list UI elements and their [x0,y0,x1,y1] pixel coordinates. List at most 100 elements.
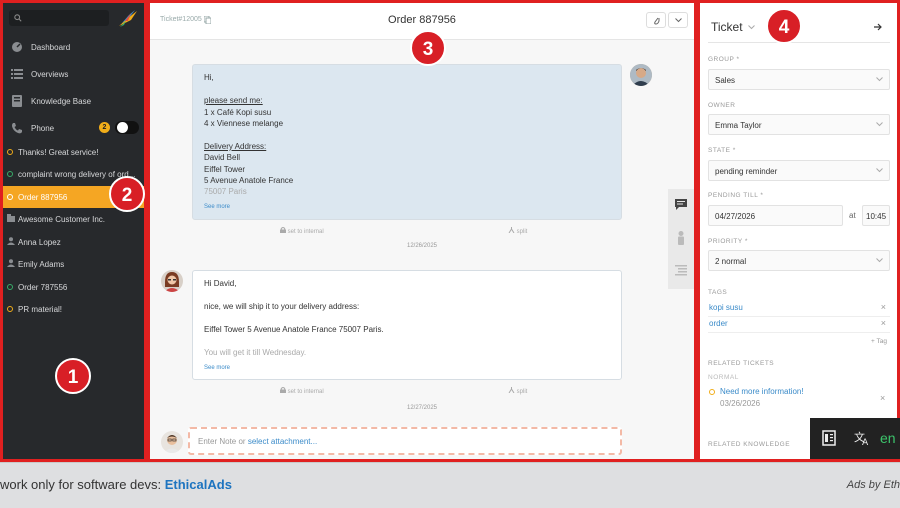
details-tab[interactable] [675,265,687,278]
annotation-marker-4: 4 [766,8,802,44]
ticket-status-dot [7,149,13,155]
note-compose-input[interactable]: Enter Note or select attachment... [188,427,622,455]
state-label: STATE * [708,147,736,154]
remove-tag-icon[interactable]: × [881,318,886,328]
sidebar-ticket[interactable]: Order 787556 [3,276,144,298]
reader-icon[interactable] [822,430,836,446]
nav-overviews[interactable]: Overviews [3,61,144,87]
annotation-marker-3: 3 [410,30,446,66]
chevron-down-icon[interactable] [748,25,755,30]
search-icon [14,14,22,22]
related-knowledge-label: RELATED KNOWLEDGE [708,441,791,448]
compose-placeholder: Enter Note or select attachment... [198,437,317,446]
see-more-link[interactable]: See more [204,365,230,371]
tag-name[interactable]: order [709,319,728,328]
owner-value: Emma Taylor [715,121,762,130]
related-priority-label: NORMAL [708,374,739,381]
message-line: 4 x Viennese melange [204,119,284,128]
language-label[interactable]: en [880,430,896,446]
message-greeting: Hi, [204,73,214,82]
group-value: Sales [715,76,736,85]
tag-item[interactable]: order × [708,316,890,333]
ticket-label: Awesome Customer Inc. [18,215,105,224]
agent-avatar[interactable] [161,270,183,292]
side-tabs [668,189,694,289]
lock-icon [280,227,286,233]
list-icon [675,265,687,276]
conversation-tab[interactable] [675,199,687,212]
customer-avatar[interactable] [630,64,652,86]
search-input[interactable] [9,10,109,26]
annotation-marker-2: 2 [109,176,145,212]
pending-at-label: at [849,211,856,220]
sidebar-user[interactable]: Anna Lopez [3,231,144,253]
nav-label: Overviews [31,70,69,79]
agent-avatar-image [161,270,183,292]
ticket-status-dot [7,306,13,312]
panel-title: Ticket [711,20,743,34]
chevron-down-icon [876,122,883,127]
split-label: split [516,229,528,235]
chevron-down-icon [675,18,682,23]
logo-icon[interactable] [117,9,139,29]
nav-dashboard[interactable]: Dashboard [3,34,144,60]
phone-toggle[interactable] [115,121,139,134]
ad-text[interactable]: work only for software devs: EthicalAds [0,477,232,492]
message-line: 75007 Paris [204,187,247,196]
pending-date-input[interactable]: 04/27/2026 [708,205,843,226]
message-line: Eiffel Tower [204,165,246,174]
related-ticket-date: 03/26/2026 [720,399,761,408]
customer-tab[interactable] [675,231,687,247]
close-panel-arrow-icon[interactable] [874,23,882,31]
translate-icon[interactable]: 文A [854,430,872,446]
related-ticket-link[interactable]: Need more information! [720,387,804,396]
ticket-status-dot [709,389,715,395]
nav-knowledge-base[interactable]: Knowledge Base [3,88,144,114]
customer-avatar-image [630,64,652,86]
set-internal-action[interactable]: set to internal [280,387,324,395]
see-more-link[interactable]: See more [204,204,230,210]
priority-select[interactable]: 2 normal [708,250,890,271]
attachment-button[interactable] [646,12,666,28]
ticket-label: Thanks! Great service! [18,148,99,157]
phone-icon [12,123,22,134]
add-tag-button[interactable]: + Tag [871,338,887,345]
customer-message: Hi, please send me: 1 x Café Kopi susu 4… [192,64,622,220]
phone-count-badge: 2 [99,122,110,133]
nav-phone[interactable]: Phone 2 [3,115,144,141]
nav-label: Dashboard [31,43,71,52]
overviews-icon [11,69,23,79]
current-user-avatar[interactable] [161,431,183,453]
ticket-title[interactable]: Order 887956 [150,14,694,26]
floating-toolbar: 文A en [810,418,900,459]
sidebar-ticket[interactable]: Thanks! Great service! [3,141,144,163]
tags-label: TAGS [708,289,728,296]
split-action[interactable]: split [508,227,527,235]
tag-name[interactable]: kopi susu [709,303,743,312]
remove-tag-icon[interactable]: × [881,302,886,312]
split-action[interactable]: split [508,387,527,395]
lock-icon [280,387,286,393]
nav-label: Phone [31,124,55,133]
sidebar-user[interactable]: Emily Adams [3,253,144,275]
more-actions-button[interactable] [668,12,688,28]
select-attachment-link[interactable]: select attachment... [248,437,317,446]
svg-text:A: A [862,438,869,446]
pending-time-value: 10:45 [866,212,887,221]
pending-time-input[interactable]: 10:45 [862,205,890,226]
remove-related-icon[interactable]: × [880,393,885,403]
user-icon [7,237,15,245]
annotation-marker-1: 1 [55,358,91,394]
group-select[interactable]: Sales [708,69,890,90]
ad-brand-link[interactable]: EthicalAds [165,477,232,492]
split-label: split [516,389,528,395]
state-select[interactable]: pending reminder [708,160,890,181]
set-internal-action[interactable]: set to internal [280,227,324,235]
ad-prefix: work only for software devs: [0,477,165,492]
tag-item[interactable]: kopi susu × [708,300,890,317]
ticket-conversation: Ticket#12005 Order 887956 Hi, please sen… [147,0,697,462]
ads-by-label[interactable]: Ads by Eth [847,479,900,491]
owner-select[interactable]: Emma Taylor [708,114,890,135]
ticket-label: Emily Adams [18,260,65,269]
sidebar-ticket[interactable]: PR material! [3,298,144,320]
